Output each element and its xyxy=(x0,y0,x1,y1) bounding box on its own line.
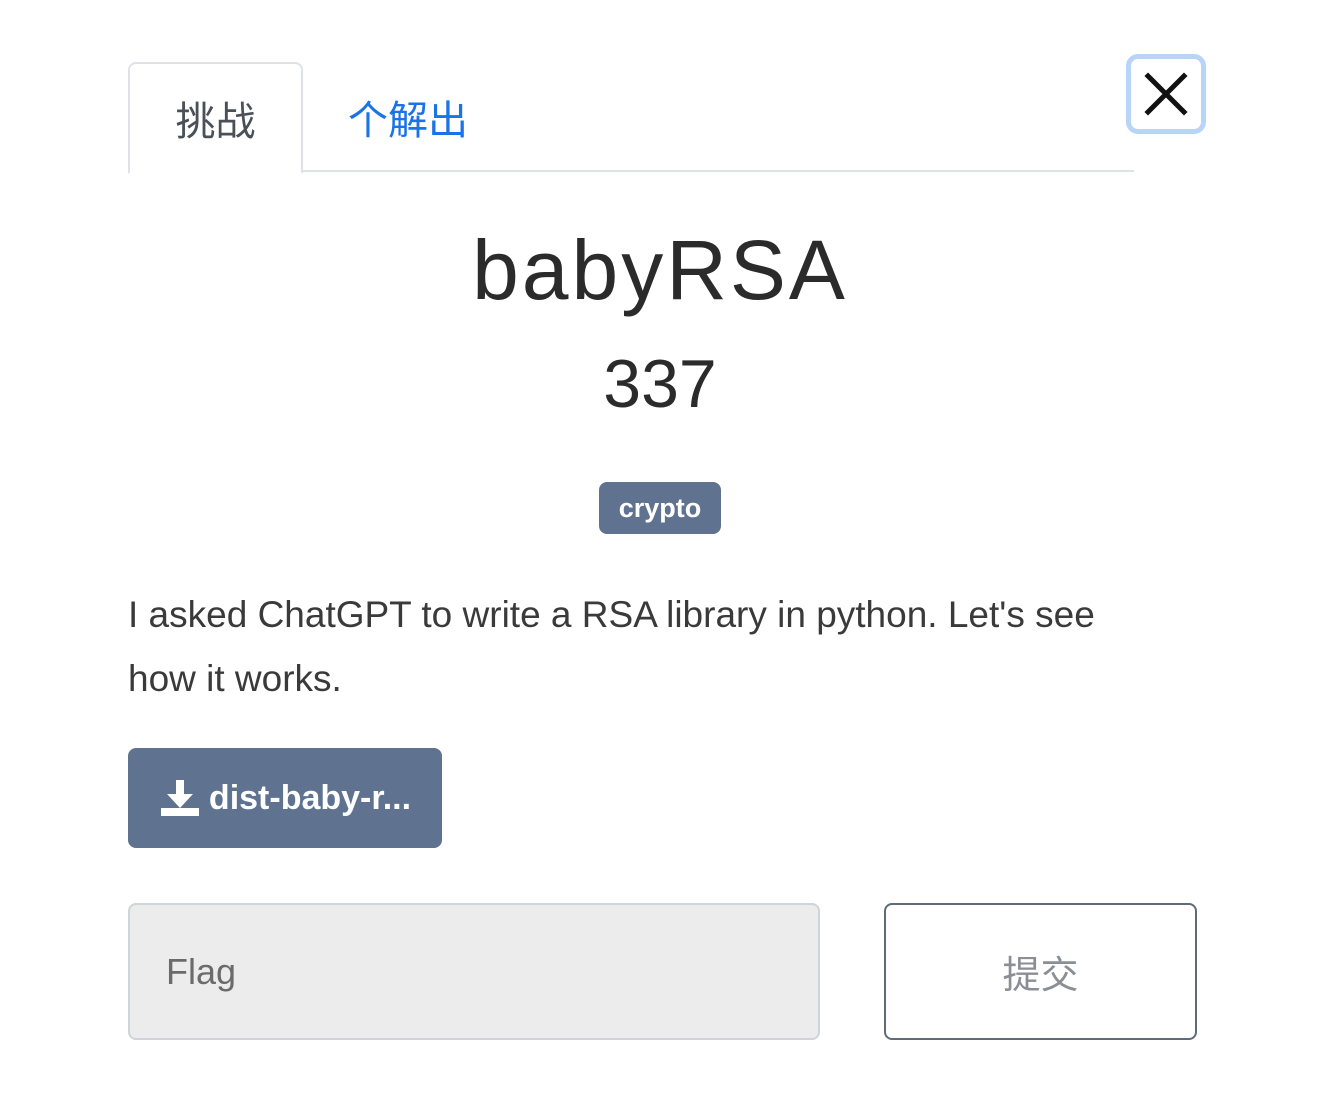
close-button[interactable] xyxy=(1126,54,1206,134)
download-icon xyxy=(160,780,199,816)
category-badge: crypto xyxy=(598,482,722,534)
file-download-button[interactable]: dist-baby-r... xyxy=(128,748,442,848)
close-icon xyxy=(1144,72,1188,116)
challenge-description: I asked ChatGPT to write a RSA library i… xyxy=(128,594,1095,699)
tab-challenge-label: 挑战 xyxy=(175,99,256,145)
challenge-tags: crypto xyxy=(0,482,1320,534)
file-download-label: dist-baby-r... xyxy=(208,778,412,817)
flag-input[interactable] xyxy=(128,903,820,1040)
challenge-name: babyRSA xyxy=(472,223,848,317)
challenge-points: 337 xyxy=(603,346,717,422)
challenge-tabs: 挑战 个解出 xyxy=(128,62,1134,174)
tab-solves-label: 个解出 xyxy=(348,98,468,144)
tab-solves[interactable]: 个解出 xyxy=(348,62,478,172)
challenge-modal: 挑战 个解出 babyRSA 337 crypto I asked ChatGP… xyxy=(0,0,1320,1102)
tab-challenge[interactable]: 挑战 xyxy=(128,62,303,174)
submit-button[interactable]: 提交 xyxy=(884,903,1197,1040)
